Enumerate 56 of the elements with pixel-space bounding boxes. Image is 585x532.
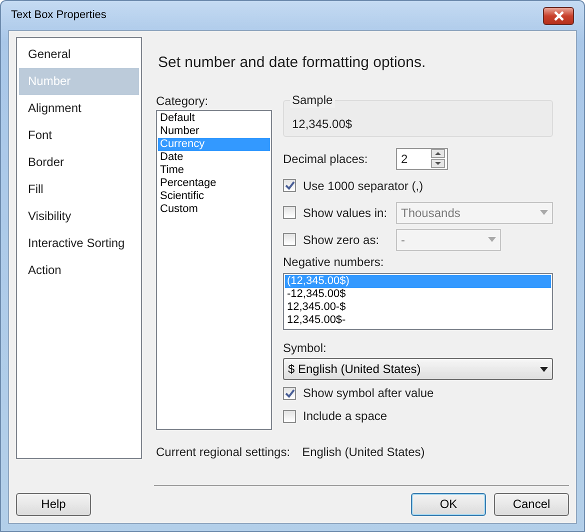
checkbox[interactable] (283, 386, 296, 400)
dropdown-arrow-icon (540, 210, 548, 216)
use-separator-label: Use 1000 separator (,) (303, 178, 424, 193)
sidebar-item[interactable]: General (19, 41, 139, 68)
list-item[interactable]: Default (158, 112, 270, 125)
decimal-places-label: Decimal places: (283, 152, 369, 166)
checkbox[interactable] (283, 410, 296, 423)
dropdown-arrow-icon (540, 366, 548, 372)
close-button[interactable] (543, 6, 574, 25)
sidebar-item[interactable]: Font (19, 122, 139, 150)
up-arrow-icon (434, 150, 442, 158)
spin-up-button[interactable] (431, 149, 445, 158)
regional-settings-value: English (United States) (302, 444, 425, 459)
dialog-button[interactable]: Help (16, 493, 91, 516)
list-item[interactable]: 12,345.00$- (285, 314, 551, 327)
decimal-places-spinner[interactable]: 2 (396, 148, 448, 170)
dropdown-value: - (401, 232, 405, 247)
list-item[interactable]: Number (158, 124, 270, 138)
list-item[interactable]: -12,345.00$ (285, 288, 551, 301)
list-item[interactable]: Percentage (158, 176, 270, 190)
dialog-button[interactable]: OK (411, 493, 486, 516)
window-title: Text Box Properties (11, 9, 106, 22)
dropdown-value: $ English (United States) (288, 362, 421, 376)
list-item[interactable]: 12,345.00-$ (285, 300, 551, 314)
negative-numbers-label: Negative numbers: (283, 255, 384, 270)
spinner-value: 2 (401, 152, 408, 166)
category-list[interactable]: Default Number Currency Date Time Percentage Scientific Custom (156, 110, 272, 430)
close-icon (552, 10, 564, 21)
sample-value: 12,345.00$ (292, 117, 354, 132)
dialog-button[interactable]: Cancel (494, 493, 569, 516)
checkbox[interactable] (283, 179, 296, 192)
symbol-dropdown[interactable]: $ English (United States) (283, 358, 553, 380)
show-zero-as-label: Show zero as: (303, 232, 380, 247)
sidebar-item[interactable]: Border (19, 149, 139, 176)
list-item[interactable]: Custom (158, 202, 270, 216)
list-item[interactable]: Time (158, 164, 270, 177)
show-symbol-after-label: Show symbol after value (303, 386, 434, 401)
sidebar-item[interactable]: Alignment (19, 95, 139, 122)
sample-label: Sample (290, 93, 335, 108)
page-heading: Set number and date formatting options. (158, 54, 427, 72)
sidebar-item[interactable]: Visibility (19, 203, 139, 230)
show-values-in-label: Show values in: (303, 206, 388, 220)
category-label: Category: (156, 94, 208, 109)
list-item[interactable]: Date (158, 150, 270, 164)
dropdown-arrow-icon (488, 237, 496, 242)
sidebar-item[interactable]: Fill (19, 176, 139, 204)
symbol-label: Symbol: (283, 340, 326, 355)
down-arrow-icon (434, 160, 442, 168)
sidebar-item[interactable]: Action (19, 257, 139, 284)
spin-down-button[interactable] (431, 159, 445, 168)
negative-numbers-list[interactable]: (12,345.00$) -12,345.00$ 12,345.00-$ 12,345.00$- (283, 272, 553, 330)
include-space-label: Include a space (303, 409, 388, 424)
dropdown-value: Thousands (401, 206, 460, 220)
list-item[interactable]: Scientific (158, 190, 270, 203)
sidebar-item[interactable]: Interactive Sorting (19, 230, 139, 258)
regional-settings-label: Current regional settings: (156, 444, 290, 459)
